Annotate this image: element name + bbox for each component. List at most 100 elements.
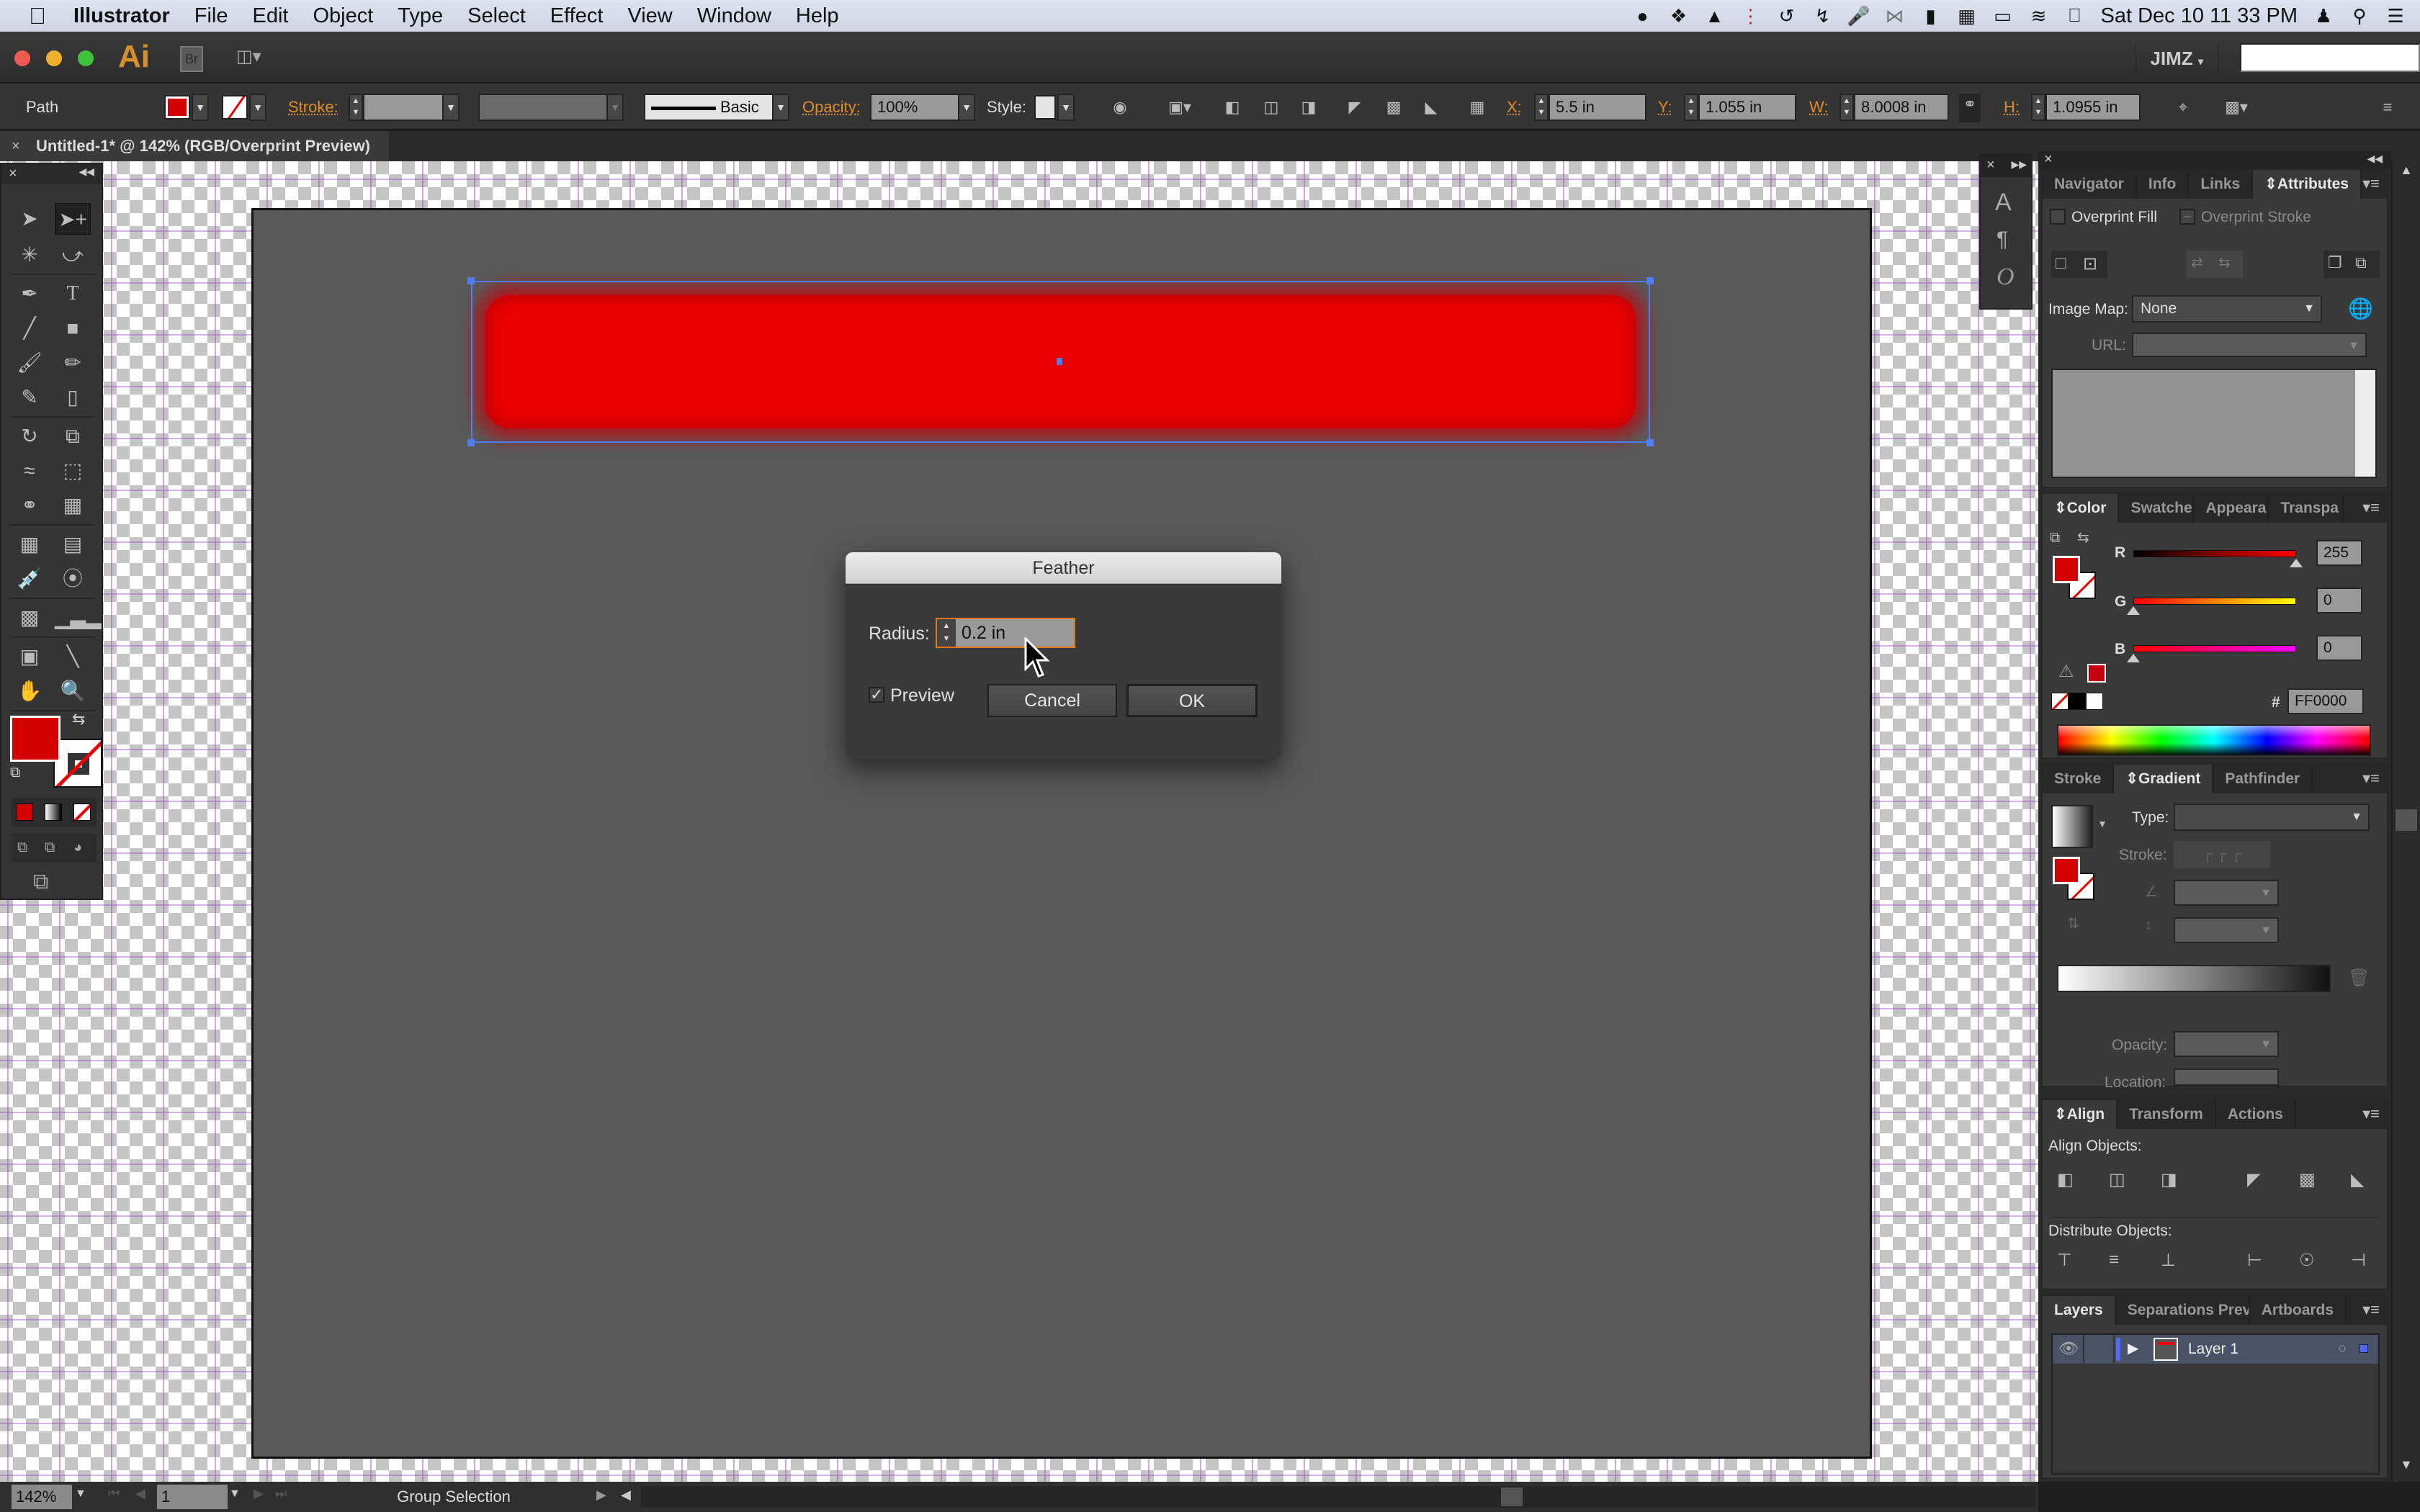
eye-visibility-icon[interactable]: 👁 [2058,1339,2079,1358]
status-text[interactable]: Group Selection [302,1482,605,1512]
panel-menu-icon[interactable]: ▾≡ [2362,174,2380,193]
selection-tool-icon[interactable]: ➤ [12,203,48,235]
w-field[interactable]: 8.0008 in [1854,94,1949,121]
gradient-angle-field[interactable]: ▼ [2174,880,2279,906]
slice-tool-icon[interactable]: ╲ [55,641,91,672]
x-label[interactable]: X: [1507,98,1522,117]
menu-window[interactable]: Window [697,4,771,28]
h-field[interactable]: 1.0955 in [2045,94,2141,121]
gradient-fill-box[interactable] [2053,857,2080,884]
stroke-none-box[interactable] [53,739,102,788]
minimize-window-button[interactable] [46,50,62,66]
canvas[interactable] [0,161,2038,1482]
gradient-type-dropdown[interactable]: ▼ [2174,804,2370,831]
fill-color-swatch[interactable] [164,95,190,120]
transform-each-icon[interactable]: ⌖ [2172,96,2194,118]
stroke-dropdown[interactable]: ▼ [249,94,266,121]
battery-menu-icon[interactable]: ▮ [1920,5,1940,27]
tab-links[interactable]: Links [2189,170,2254,199]
expand-panel-icon[interactable]: ▶▶ [2011,158,2027,171]
even-odd-icon[interactable]: ⧉ [2355,253,2367,272]
perspective-grid-tool-icon[interactable]: ▦ [55,490,91,521]
handle-top-left[interactable] [467,277,475,284]
align-vertical-center-icon[interactable]: ▩ [2299,1169,2316,1190]
width-tool-icon[interactable]: ≈ [12,455,48,487]
g-slider-thumb[interactable] [2127,606,2140,615]
r-slider-thumb[interactable] [2290,559,2303,567]
distribute-right-icon[interactable]: ⊣ [2351,1250,2366,1271]
collapse-panel-icon[interactable]: ◀◀ [79,166,94,178]
y-label[interactable]: Y: [1658,98,1672,117]
constrain-proportions-icon[interactable]: ⚭ [1959,94,1981,122]
x-stepper[interactable]: ▲ ▼ [1534,94,1549,121]
fill-dropdown[interactable]: ▼ [192,94,209,121]
help-search-input[interactable] [2240,43,2420,72]
panel-menu-icon[interactable]: ▾≡ [2362,769,2380,788]
horizontal-scroll-thumb[interactable] [1501,1488,1523,1506]
none-mode-button[interactable] [73,804,91,821]
gradient-slider[interactable] [2057,965,2331,992]
align-left-icon[interactable]: ◧ [1222,96,1243,118]
g-slider[interactable] [2133,598,2296,605]
draw-behind-icon[interactable]: ⧉ [45,840,55,856]
gamut-color-swatch[interactable] [2087,664,2106,683]
symbol-sprayer-tool-icon[interactable]: ▩ [12,602,48,634]
layer-row[interactable]: 👁 ▶ Layer 1 ○ [2053,1335,2378,1364]
arrange-documents-button[interactable]: ◫▾ [236,46,274,72]
handle-bottom-left[interactable] [467,439,475,446]
tab-pathfinder[interactable]: Pathfinder [2213,765,2313,793]
menubar-clock[interactable]: Sat Dec 10 11 33 PM [2100,4,2298,28]
blob-brush-tool-icon[interactable]: ✎ [12,382,48,413]
lasso-tool-icon[interactable]: ⤻ [55,239,91,271]
tab-info[interactable]: Info [2137,170,2190,199]
gradient-preset-dropdown[interactable]: ▼ [2097,818,2107,829]
align-left-icon[interactable]: ◧ [2057,1169,2074,1190]
menu-app-name[interactable]: Illustrator [73,4,170,28]
reverse-gradient-icon[interactable]: ⇅ [2067,914,2079,932]
last-artboard-icon[interactable]: ⏭ [275,1486,287,1501]
gradient-location-field[interactable] [2174,1068,2279,1086]
brush-definition[interactable]: Basic [644,94,774,121]
default-colors-icon[interactable]: ⧉ [2050,530,2060,546]
tab-appearance[interactable]: Appeara [2194,494,2269,523]
group-selection-tool-icon[interactable]: ➤+ [55,203,91,235]
artboard-dropdown-icon[interactable]: ▼ [229,1488,241,1500]
gradient-aspect-field[interactable]: ▼ [2174,917,2279,943]
none-swatch[interactable] [2051,693,2069,710]
black-swatch[interactable] [2069,693,2086,710]
r-field[interactable]: 255 [2316,540,2362,566]
blend-tool-icon[interactable]: ⦿ [55,563,91,595]
column-graph-tool-icon[interactable]: ▁▃▂ [55,602,102,634]
opacity-field[interactable]: 100% [870,94,959,121]
tab-actions[interactable]: Actions [2216,1100,2296,1129]
w-label[interactable]: W: [1809,98,1828,117]
zoom-tool-icon[interactable]: 🔍 [55,675,91,707]
graphic-style-dropdown[interactable]: ▼ [1057,94,1075,121]
x-field[interactable]: 5.5 in [1549,94,1646,121]
reverse-path-right-icon[interactable]: ⇆ [2218,253,2231,271]
pen-tool-icon[interactable]: ✒ [12,278,48,310]
tab-color[interactable]: ⇕Color [2043,494,2120,523]
brush-dropdown[interactable]: ▼ [772,94,789,121]
tab-layers[interactable]: Layers [2043,1296,2116,1325]
horizontal-scrollbar[interactable] [641,1486,2035,1508]
opacity-label[interactable]: Opacity: [802,98,861,117]
scroll-thumb[interactable] [2396,809,2417,831]
panel-menu-icon[interactable]: ▾≡ [2362,1104,2380,1123]
align-horizontal-center-icon[interactable]: ◫ [1260,96,1282,118]
control-bar-menu-icon[interactable]: ≡ [2377,96,2398,118]
apple-menu-icon[interactable]:  [29,3,46,30]
w-stepper[interactable]: ▲ ▼ [1839,94,1854,121]
tab-navigator[interactable]: Navigator [2043,170,2137,199]
y-stepper[interactable]: ▲ ▼ [1684,94,1698,121]
notes-scrollbar[interactable] [2355,370,2375,477]
previous-artboard-icon[interactable]: ◀ [135,1486,145,1501]
scale-tool-icon[interactable]: ⧉ [55,420,91,452]
ok-button[interactable]: OK [1126,684,1258,717]
menu-select[interactable]: Select [467,4,526,28]
first-artboard-icon[interactable]: ⏮ [108,1486,120,1501]
type-tool-icon[interactable]: T [55,278,91,310]
gradient-opacity-field[interactable]: ▼ [2174,1031,2279,1057]
reference-point-icon[interactable]: ▦ [1466,96,1488,118]
notes-textarea[interactable] [2051,369,2377,478]
